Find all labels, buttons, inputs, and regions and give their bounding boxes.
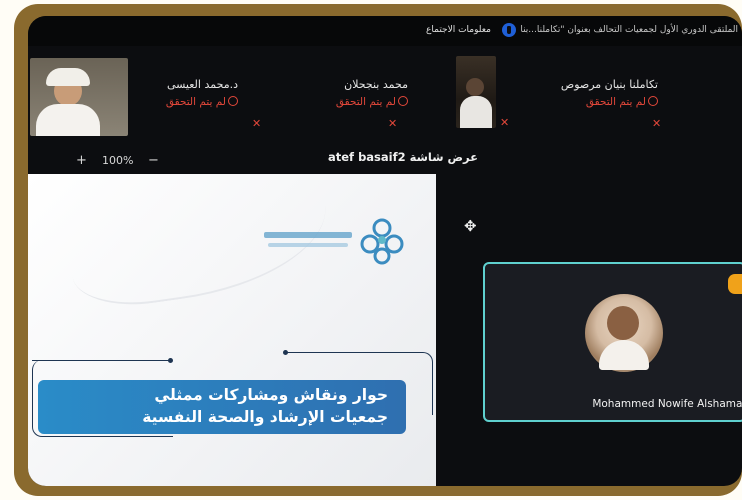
slide-title-line-2: جمعيات الإرشاد والصحة النفسية (142, 408, 388, 426)
mic-muted-icon: ✕ (388, 117, 398, 130)
notification-indicator[interactable] (728, 274, 742, 294)
shared-slide: حوار ونقاش ومشاركات ممثلي جمعيات الإرشاد… (28, 156, 436, 486)
verification-status: لم يتم التحقق (336, 96, 408, 108)
participant-name: د.محمد العيسى (166, 78, 238, 91)
participant-video[interactable] (456, 56, 496, 128)
meeting-window: الملتقى الدوري الأول لجمعيات التحالف بعن… (28, 16, 742, 486)
slide-title-line-1: حوار ونقاش ومشاركات ممثلي (154, 386, 388, 404)
clock-icon (648, 96, 658, 106)
mic-muted-icon: ✕ (252, 117, 262, 130)
participant-name: محمد بنجحلان (344, 78, 408, 91)
verification-status: لم يتم التحقق (586, 96, 658, 108)
meeting-title: الملتقى الدوري الأول لجمعيات التحالف بعن… (520, 25, 738, 35)
slide-dot (168, 358, 173, 363)
logo-wordmark (264, 232, 352, 238)
speaker-avatar (585, 294, 663, 372)
logo-tagline (268, 243, 348, 247)
speaker-name: Mohammed Nowife Alshamani (592, 398, 742, 410)
participant-tile[interactable]: د.محمد العيسى لم يتم التحقق ✕ (148, 68, 261, 148)
slide-title: حوار ونقاش ومشاركات ممثلي جمعيات الإرشاد… (142, 384, 388, 428)
participant-video[interactable] (30, 58, 128, 136)
move-cursor-icon: ✥ (464, 217, 477, 235)
shield-icon[interactable] (502, 23, 516, 37)
person-body (460, 96, 492, 128)
screen-share-label: عرض شاشة atef basaif2 (328, 150, 479, 164)
participant-tile[interactable]: محمد بنجحلان لم يتم التحقق ✕ (288, 68, 408, 148)
slide-dot (283, 350, 288, 355)
participant-tile[interactable]: تكاملنا بنيان مرصوص لم يتم التحقق ✕ (548, 68, 661, 148)
person-headscarf (46, 68, 90, 86)
mic-muted-icon: ✕ (500, 116, 510, 129)
zoom-out-button[interactable]: − (148, 153, 159, 168)
participant-name: تكاملنا بنيان مرصوص (560, 78, 658, 91)
zoom-in-button[interactable]: + (76, 153, 87, 168)
clock-icon (228, 96, 238, 106)
organization-logo (360, 218, 404, 265)
person-figure (466, 78, 484, 96)
verification-status: لم يتم التحقق (166, 96, 238, 108)
zoom-level: 100% (102, 154, 134, 167)
top-bar: الملتقى الدوري الأول لجمعيات التحالف بعن… (28, 16, 742, 46)
meeting-info-button[interactable]: معلومات الاجتماع (426, 25, 491, 35)
clock-icon (398, 96, 408, 106)
slide-line (32, 360, 170, 361)
person-body (36, 104, 100, 136)
slide-title-banner: حوار ونقاش ومشاركات ممثلي جمعيات الإرشاد… (38, 380, 406, 434)
mic-muted-icon: ✕ (652, 117, 662, 130)
active-speaker-tile[interactable]: Mohammed Nowife Alshamani (483, 262, 742, 422)
